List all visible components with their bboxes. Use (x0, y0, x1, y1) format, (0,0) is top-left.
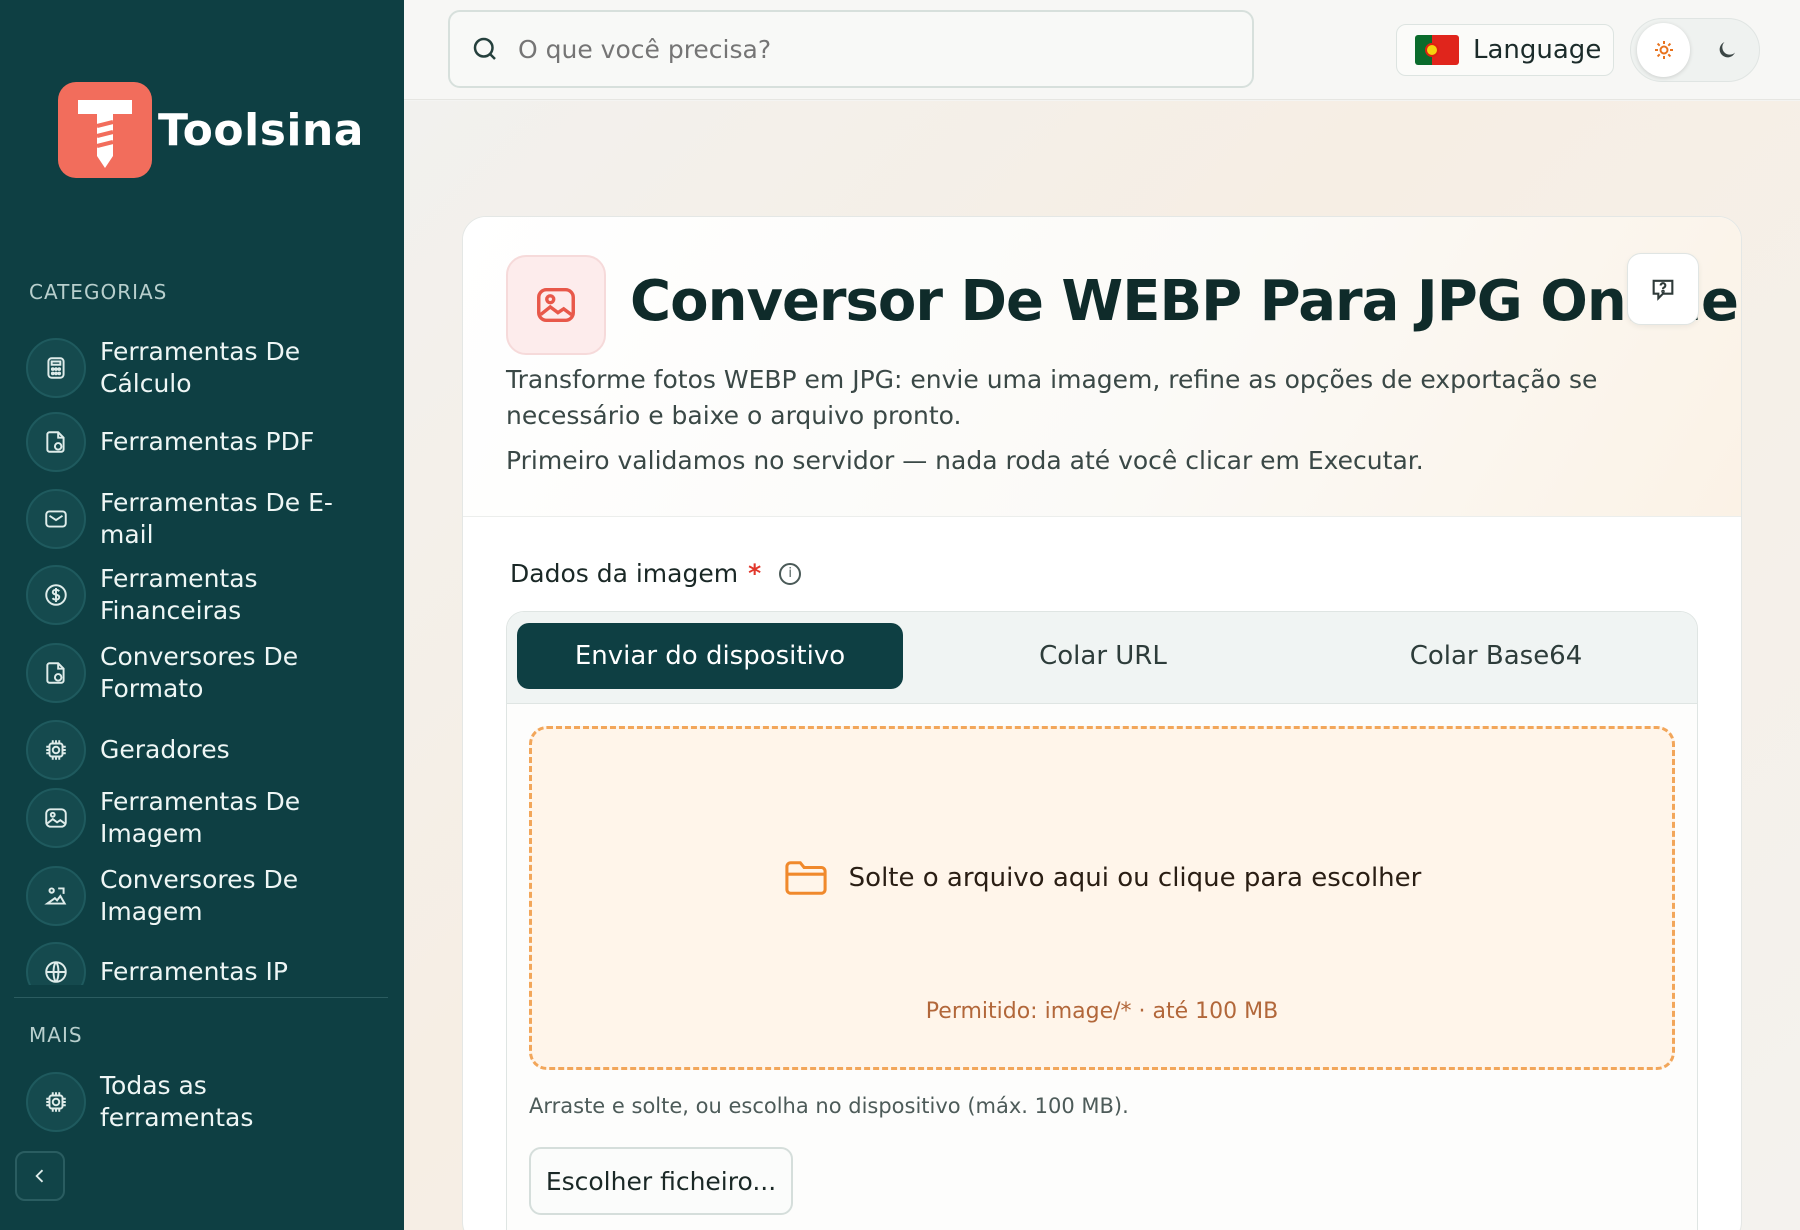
mail-icon (26, 489, 86, 549)
sidebar-item-label: Ferramentas PDF (100, 427, 315, 456)
search-input[interactable] (518, 34, 1218, 64)
search-box[interactable] (448, 10, 1254, 88)
brand[interactable]: Toolsina (58, 82, 364, 178)
collapse-sidebar-button[interactable] (15, 1151, 65, 1201)
tab-url[interactable]: Colar URL (910, 623, 1296, 689)
sidebar-item-financeiras[interactable]: Ferramentas Financeiras (26, 563, 386, 627)
sidebar-item-imagem[interactable]: Ferramentas De Imagem (26, 786, 386, 850)
help-chat-icon (1652, 279, 1674, 301)
field-label: Dados da imagem * i (510, 559, 802, 588)
info-icon[interactable]: i (779, 562, 802, 585)
image-icon (506, 255, 606, 355)
sidebar-item-todas[interactable]: Todas as ferramentas (26, 1070, 386, 1134)
globe-icon (26, 942, 86, 985)
image-convert-icon (26, 866, 86, 926)
helper-text: Arraste e solte, ou escolha no dispositi… (529, 1094, 1129, 1118)
sun-icon (1654, 41, 1673, 59)
sidebar-item-email[interactable]: Ferramentas De E-mail (26, 487, 386, 551)
tool-header: Conversor De WEBP Para JPG Online Transf… (463, 217, 1741, 517)
search-icon (473, 37, 496, 60)
sidebar-divider (14, 997, 388, 998)
portugal-flag-icon (1415, 35, 1459, 65)
field-label-text: Dados da imagem (510, 559, 739, 588)
sidebar-item-label: Geradores (100, 735, 230, 764)
image-input-panel: Enviar do dispositivo Colar URL Colar Ba… (506, 611, 1698, 1230)
page-title: Conversor De WEBP Para JPG Online (630, 269, 1739, 334)
dropzone-main: Solte o arquivo aqui ou clique para esco… (532, 857, 1672, 899)
sidebar-item-label: Ferramentas De E-mail (100, 488, 333, 549)
dollar-icon (26, 565, 86, 625)
choose-file-button[interactable]: Escolher ficheiro... (529, 1147, 793, 1215)
file-convert-icon (26, 643, 86, 703)
dark-theme-option[interactable] (1700, 23, 1753, 77)
language-button[interactable]: Language (1396, 24, 1614, 76)
sidebar: Toolsina CATEGORIAS Ferramentas De Cálcu… (0, 0, 404, 1230)
categories-heading: CATEGORIAS (29, 280, 168, 304)
sidebar-item-label: Ferramentas Financeiras (100, 564, 258, 625)
tool-card: Conversor De WEBP Para JPG Online Transf… (462, 216, 1742, 1230)
cpu-icon (26, 720, 86, 780)
topbar: Language (404, 0, 1800, 100)
category-list: Ferramentas De Cálculo Ferramentas PDF F… (26, 330, 386, 985)
dropzone-text: Solte o arquivo aqui ou clique para esco… (848, 863, 1422, 893)
cpu-icon (26, 1072, 86, 1132)
brand-name: Toolsina (158, 104, 364, 156)
chevron-left-icon (35, 1169, 44, 1183)
folder-icon (785, 861, 827, 895)
moon-icon (1719, 42, 1735, 58)
sidebar-item-label: Todas as ferramentas (100, 1071, 254, 1132)
sidebar-item-label: Ferramentas De Imagem (100, 787, 301, 848)
sidebar-item-calculo[interactable]: Ferramentas De Cálculo (26, 336, 386, 400)
dropzone-hint: Permitido: image/* · até 100 MB (925, 999, 1279, 1024)
sidebar-item-ip[interactable]: Ferramentas IP (26, 942, 386, 985)
tool-description: Transforme fotos WEBP em JPG: envie uma … (506, 365, 1598, 430)
sidebar-item-label: Ferramentas IP (100, 957, 288, 985)
theme-toggle[interactable] (1630, 18, 1760, 82)
file-dropzone[interactable]: Solte o arquivo aqui ou clique para esco… (529, 726, 1675, 1070)
tab-base64[interactable]: Colar Base64 (1303, 623, 1689, 689)
sidebar-item-conversores-imagem[interactable]: Conversores De Imagem (26, 864, 386, 928)
file-icon (26, 412, 86, 472)
sidebar-item-geradores[interactable]: Geradores (26, 720, 386, 780)
sidebar-item-conversores-formato[interactable]: Conversores De Formato (26, 641, 386, 705)
language-label: Language (1473, 35, 1602, 65)
more-heading: MAIS (29, 1023, 83, 1047)
sidebar-item-label: Ferramentas De Cálculo (100, 337, 301, 398)
required-mark: * (748, 559, 762, 588)
help-button[interactable] (1627, 253, 1699, 325)
tool-note: Primeiro validamos no servidor — nada ro… (506, 446, 1424, 475)
light-theme-option[interactable] (1637, 23, 1690, 77)
sidebar-item-pdf[interactable]: Ferramentas PDF (26, 412, 386, 472)
input-tabs: Enviar do dispositivo Colar URL Colar Ba… (507, 612, 1697, 704)
toolsina-logo-icon (58, 82, 152, 178)
sidebar-item-label: Conversores De Imagem (100, 865, 299, 926)
sidebar-item-label: Conversores De Formato (100, 642, 299, 703)
image-icon (26, 788, 86, 848)
tab-upload[interactable]: Enviar do dispositivo (517, 623, 903, 689)
calculator-icon (26, 338, 86, 398)
